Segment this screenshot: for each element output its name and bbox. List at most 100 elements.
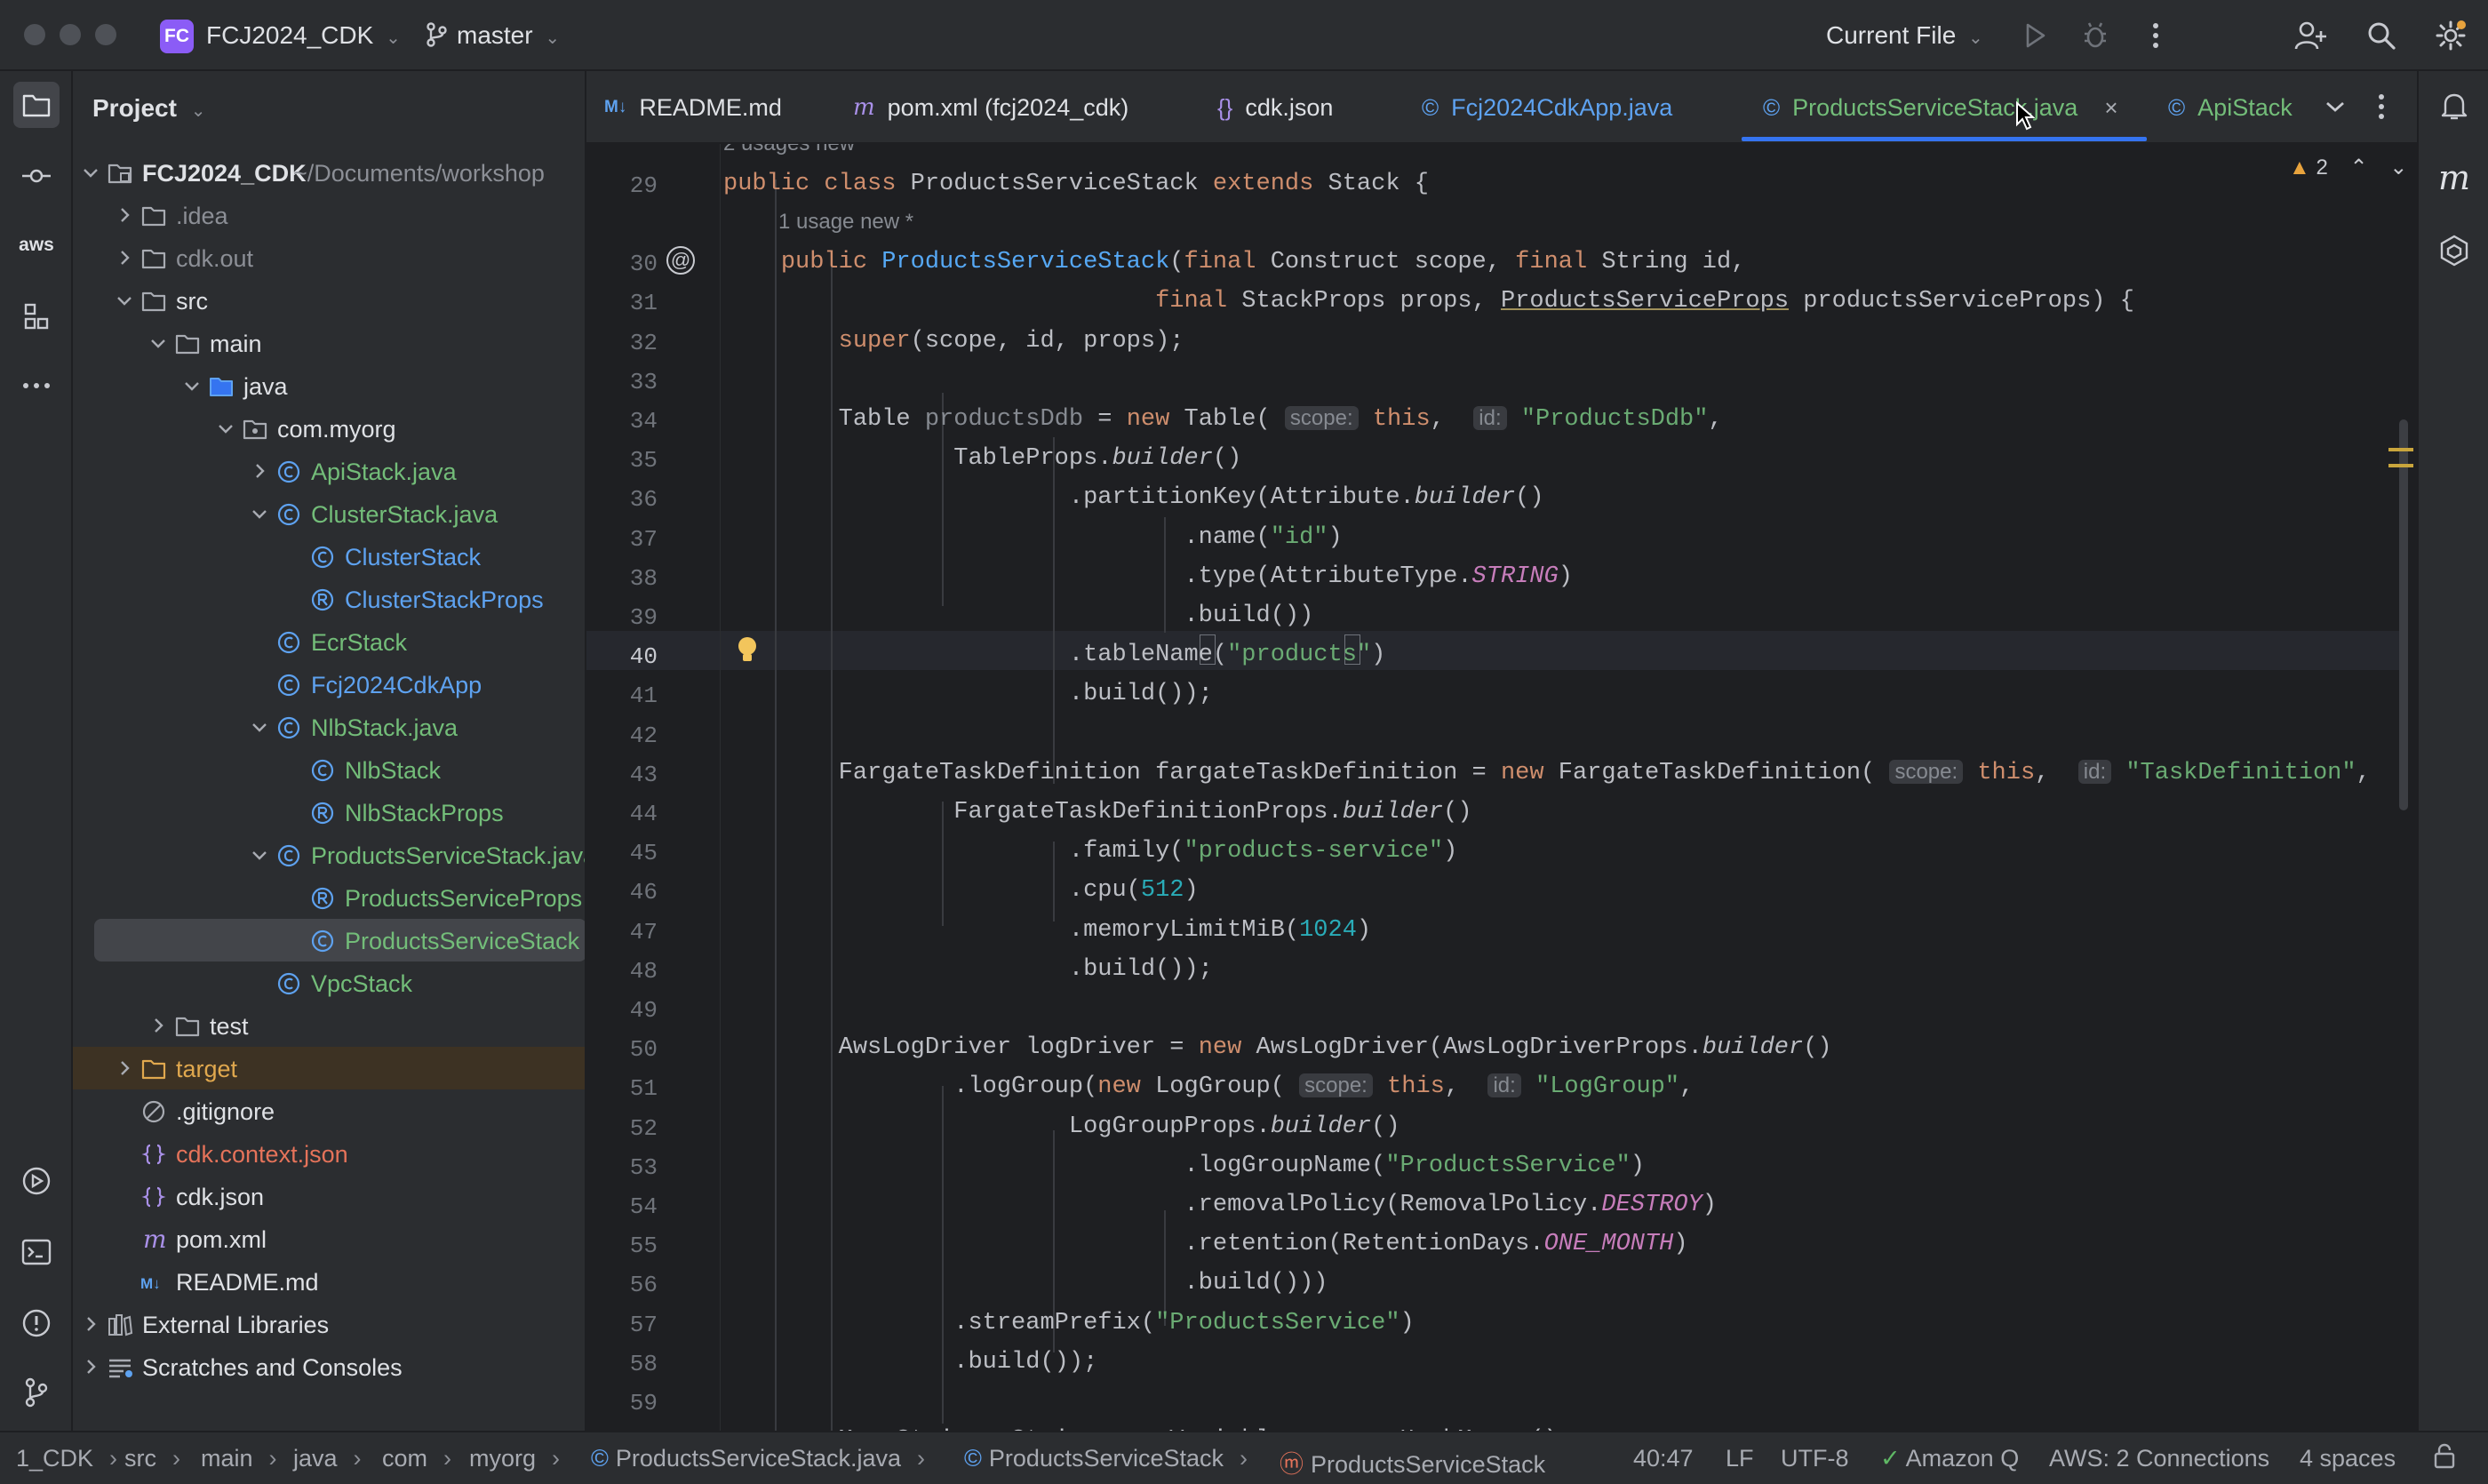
breadcrumb-item[interactable]: main ›: [201, 1445, 277, 1472]
breadcrumb-item[interactable]: myorg ›: [469, 1445, 560, 1472]
chevron-right-icon[interactable]: [114, 204, 135, 226]
debug-icon[interactable]: [2077, 18, 2113, 53]
breadcrumb-item[interactable]: java ›: [293, 1445, 362, 1472]
read-only-lock-icon[interactable]: [2433, 1443, 2456, 1476]
code-line[interactable]: .build());: [723, 1349, 1097, 1376]
code-line[interactable]: .build())): [723, 1270, 1328, 1297]
project-view-selector[interactable]: Project ⌄: [92, 94, 205, 123]
git-icon[interactable]: [13, 1369, 60, 1416]
tabs-overflow-chevron-icon[interactable]: [2317, 89, 2353, 124]
code-editor[interactable]: 2 usages new * 1 usage new * @ 29 public …: [586, 144, 2417, 1431]
aws-toolkit-icon[interactable]: aws: [13, 222, 60, 268]
code-line[interactable]: TableProps.builder(): [723, 445, 1241, 472]
project-switcher[interactable]: FCJ2024_CDK ⌄: [206, 21, 401, 50]
tree-item[interactable]: m pom.xml: [73, 1217, 585, 1260]
indent-setting[interactable]: 4 spaces: [2300, 1445, 2396, 1472]
code-line[interactable]: final StackProps props, ProductsServiceP…: [723, 288, 2134, 315]
code-line[interactable]: .retention(RetentionDays.ONE_MONTH): [723, 1231, 1687, 1257]
code-line[interactable]: LogGroupProps.builder(): [723, 1113, 1400, 1140]
tree-item[interactable]: ClusterStack: [73, 535, 585, 578]
notifications-bell-icon[interactable]: [2431, 84, 2477, 130]
code-line[interactable]: .build());: [723, 956, 1213, 983]
branch-switcher[interactable]: master ⌄: [425, 21, 560, 50]
aws-explorer-icon[interactable]: [2431, 227, 2477, 274]
code-line[interactable]: .memoryLimitMiB(1024): [723, 917, 1371, 944]
tab-cdk-json[interactable]: {} cdk.json: [1217, 71, 1333, 144]
tree-item[interactable]: ClusterStackProps: [73, 578, 585, 620]
tab-pom-xml-fcj2024-cdk[interactable]: m pom.xml (fcj2024_cdk): [853, 71, 1128, 144]
tabs-more-icon[interactable]: [2364, 89, 2399, 124]
chevron-right-icon[interactable]: [80, 1356, 101, 1377]
tree-item[interactable]: External Libraries: [73, 1303, 585, 1345]
code-line[interactable]: .logGroupName("ProductsService"): [723, 1153, 1645, 1179]
problems-icon[interactable]: [13, 1300, 60, 1346]
aws-connections[interactable]: AWS: 2 Connections: [2049, 1445, 2269, 1472]
tree-item[interactable]: VpcStack: [73, 961, 585, 1004]
tree-item[interactable]: Scratches and Consoles: [73, 1345, 585, 1388]
close-tab-icon[interactable]: ×: [2104, 94, 2117, 122]
chevron-right-icon[interactable]: [249, 460, 270, 482]
override-gutter-icon[interactable]: @: [666, 246, 695, 275]
code-line[interactable]: .cpu(512): [723, 877, 1199, 904]
code-line[interactable]: FargateTaskDefinition fargateTaskDefinit…: [723, 759, 2371, 786]
services-icon[interactable]: [13, 1158, 60, 1204]
tree-item[interactable]: main: [73, 322, 585, 364]
breadcrumb-item[interactable]: © ProductsServiceStack.java ›: [591, 1445, 925, 1472]
code-line[interactable]: .build()): [723, 602, 1313, 629]
inspection-widget[interactable]: ▲ 2 ⌃ ⌄: [2289, 155, 2407, 180]
window-minimize-button[interactable]: [60, 24, 81, 45]
tree-item[interactable]: .gitignore: [73, 1089, 585, 1132]
tree-item[interactable]: cdk.out: [73, 236, 585, 279]
tree-item[interactable]: cdk.json: [73, 1175, 585, 1217]
editor-scrollbar[interactable]: [2399, 419, 2408, 810]
tree-item[interactable]: target: [73, 1047, 585, 1089]
tree-item[interactable]: ProductsServiceStack.java: [73, 834, 585, 876]
breadcrumb-item[interactable]: ⓜ ProductsServiceStack: [1280, 1445, 1545, 1480]
chevron-down-icon[interactable]: [80, 162, 101, 183]
tree-item[interactable]: M↓ README.md: [73, 1260, 585, 1303]
chevron-down-icon[interactable]: [114, 290, 135, 311]
code-line[interactable]: public ProductsServiceStack(final Constr…: [723, 249, 1746, 275]
window-zoom-button[interactable]: [95, 24, 116, 45]
tree-item[interactable]: com.myorg: [73, 407, 585, 450]
code-line[interactable]: .type(AttributeType.STRING): [723, 563, 1572, 590]
tree-item[interactable]: NlbStack: [73, 748, 585, 791]
tab-readme-md[interactable]: M↓ README.md: [604, 71, 782, 144]
code-line[interactable]: FargateTaskDefinitionProps.builder(): [723, 799, 1471, 826]
code-line[interactable]: .build());: [723, 681, 1213, 707]
more-actions-icon[interactable]: [2138, 18, 2173, 53]
settings-gear-icon[interactable]: [2433, 18, 2468, 53]
chevron-right-icon[interactable]: [148, 1015, 169, 1036]
tree-item[interactable]: EcrStack: [73, 620, 585, 663]
tree-item[interactable]: ClusterStack.java: [73, 492, 585, 535]
commit-icon[interactable]: [13, 153, 60, 199]
project-badge-icon[interactable]: FC: [160, 20, 194, 53]
tree-item[interactable]: ApiStack.java: [73, 450, 585, 492]
chevron-down-icon[interactable]: [181, 375, 203, 396]
chevron-down-icon[interactable]: [249, 503, 270, 524]
code-line[interactable]: .family("products-service"): [723, 838, 1457, 865]
tree-item[interactable]: test: [73, 1004, 585, 1047]
chevron-down-icon[interactable]: [148, 332, 169, 354]
file-encoding[interactable]: UTF-8: [1781, 1445, 1849, 1472]
previous-highlight-icon[interactable]: ⌃: [2349, 156, 2367, 180]
terminal-icon[interactable]: [13, 1229, 60, 1275]
chevron-right-icon[interactable]: [114, 1057, 135, 1079]
tree-item[interactable]: Fcj2024CdkApp: [73, 663, 585, 706]
next-highlight-icon[interactable]: ⌄: [2389, 156, 2407, 180]
tab-productsservicestack-java[interactable]: © ProductsServiceStack.java ×: [1763, 71, 2118, 144]
code-line[interactable]: super(scope, id, props);: [723, 328, 1184, 355]
add-user-icon[interactable]: [2293, 18, 2328, 53]
project-folder-icon[interactable]: [13, 82, 60, 128]
warning-stripe-marker[interactable]: [2388, 464, 2413, 467]
amazon-q-status[interactable]: ✓ Amazon Q: [1880, 1445, 2019, 1472]
tree-item[interactable]: ProductsServiceStack: [94, 919, 585, 961]
tree-item[interactable]: NlbStackProps: [73, 791, 585, 834]
caret-position[interactable]: 40:47: [1633, 1445, 1694, 1472]
tree-item[interactable]: FCJ2024_CDK ~/Documents/workshop: [73, 151, 585, 194]
structure-icon[interactable]: [13, 293, 60, 339]
more-tools-icon[interactable]: [13, 363, 60, 409]
code-line[interactable]: .tableName("products"): [723, 642, 1385, 668]
window-close-button[interactable]: [24, 24, 45, 45]
tree-item[interactable]: cdk.context.json: [73, 1132, 585, 1175]
